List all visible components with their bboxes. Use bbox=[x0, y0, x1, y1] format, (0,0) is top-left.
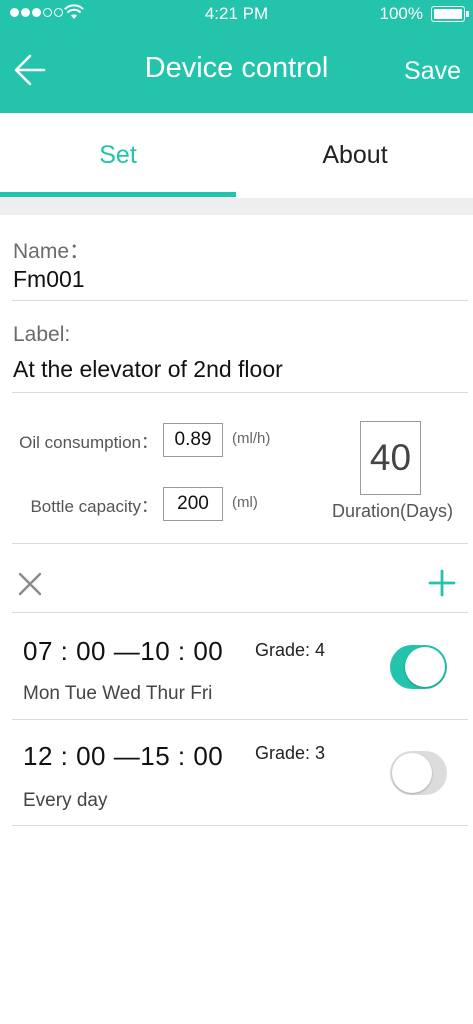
divider bbox=[12, 825, 468, 826]
page-title: Device control bbox=[144, 52, 329, 84]
battery-icon bbox=[431, 6, 465, 22]
divider bbox=[12, 719, 468, 720]
app-header: 4:21 PM 100% Device control Save bbox=[0, 0, 473, 113]
close-icon bbox=[18, 572, 42, 596]
schedule-time-range: 12 : 00 —15 : 00 bbox=[23, 741, 224, 771]
schedule-toggle-off[interactable] bbox=[390, 751, 447, 795]
save-button[interactable]: Save bbox=[404, 57, 461, 86]
label-label: Label: bbox=[13, 323, 71, 346]
plus-icon bbox=[428, 569, 456, 597]
tab-set[interactable]: Set bbox=[0, 113, 236, 198]
oil-consumption-unit: (ml/h) bbox=[232, 430, 271, 447]
divider bbox=[12, 543, 468, 544]
toggle-knob bbox=[405, 647, 445, 687]
divider bbox=[12, 300, 468, 301]
add-schedule-button[interactable] bbox=[428, 569, 456, 597]
schedule-days: Mon Tue Wed Thur Fri bbox=[23, 683, 213, 704]
bottle-capacity-unit: (ml) bbox=[232, 494, 258, 511]
schedule-grade: Grade: 4 bbox=[255, 640, 326, 660]
oil-consumption-label: Oil consumption： bbox=[19, 433, 158, 452]
label-value[interactable]: At the elevator of 2nd floor bbox=[13, 356, 283, 383]
duration-label: Duration(Days) bbox=[331, 501, 454, 521]
divider bbox=[12, 612, 468, 613]
active-tab-indicator bbox=[0, 192, 236, 197]
bottle-capacity-input[interactable]: 200 bbox=[163, 487, 223, 521]
toggle-knob bbox=[392, 753, 432, 793]
section-separator bbox=[0, 198, 473, 215]
status-bar: 4:21 PM 100% bbox=[0, 0, 473, 28]
battery-percent: 100% bbox=[379, 4, 423, 23]
schedule-grade: Grade: 3 bbox=[255, 743, 326, 763]
tab-bar: Set About bbox=[0, 113, 473, 198]
tab-about[interactable]: About bbox=[237, 113, 473, 198]
schedule-toggle-on[interactable] bbox=[390, 645, 447, 689]
bottle-capacity-label: Bottle capacity： bbox=[30, 497, 158, 516]
name-label: Name： bbox=[13, 240, 91, 263]
oil-consumption-input[interactable]: 0.89 bbox=[163, 423, 223, 457]
divider bbox=[12, 392, 468, 393]
schedule-days: Every day bbox=[23, 790, 108, 811]
delete-schedule-button[interactable] bbox=[17, 571, 43, 597]
battery-tip bbox=[466, 11, 469, 17]
name-value[interactable]: Fm001 bbox=[13, 266, 85, 293]
schedule-time-range: 07 : 00 —10 : 00 bbox=[23, 636, 224, 666]
duration-value: 40 bbox=[360, 421, 421, 495]
